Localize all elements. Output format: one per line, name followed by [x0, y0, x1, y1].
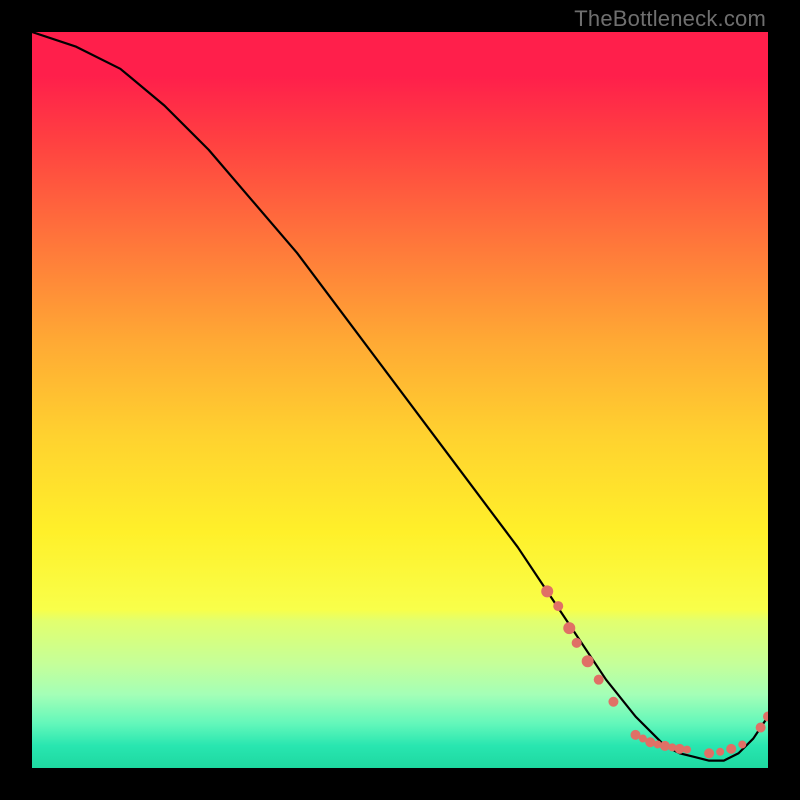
- bottleneck-curve: [32, 32, 768, 761]
- highlight-point: [704, 748, 714, 758]
- highlight-point: [582, 655, 594, 667]
- bottleneck-curve-svg: [32, 32, 768, 768]
- highlight-point: [660, 741, 670, 751]
- chart-stage: TheBottleneck.com: [0, 0, 800, 800]
- highlight-point: [572, 638, 582, 648]
- plot-area: [32, 32, 768, 768]
- highlight-point: [683, 746, 691, 754]
- highlight-point: [738, 740, 746, 748]
- highlight-point: [608, 697, 618, 707]
- highlight-point: [553, 601, 563, 611]
- highlight-points: [541, 585, 768, 758]
- highlight-point: [756, 723, 766, 733]
- highlight-point: [541, 585, 553, 597]
- highlight-point: [594, 675, 604, 685]
- highlight-point: [726, 744, 736, 754]
- highlight-point: [763, 711, 768, 721]
- highlight-point: [645, 737, 655, 747]
- highlight-point: [716, 748, 724, 756]
- highlight-point: [563, 622, 575, 634]
- watermark-text: TheBottleneck.com: [574, 6, 766, 32]
